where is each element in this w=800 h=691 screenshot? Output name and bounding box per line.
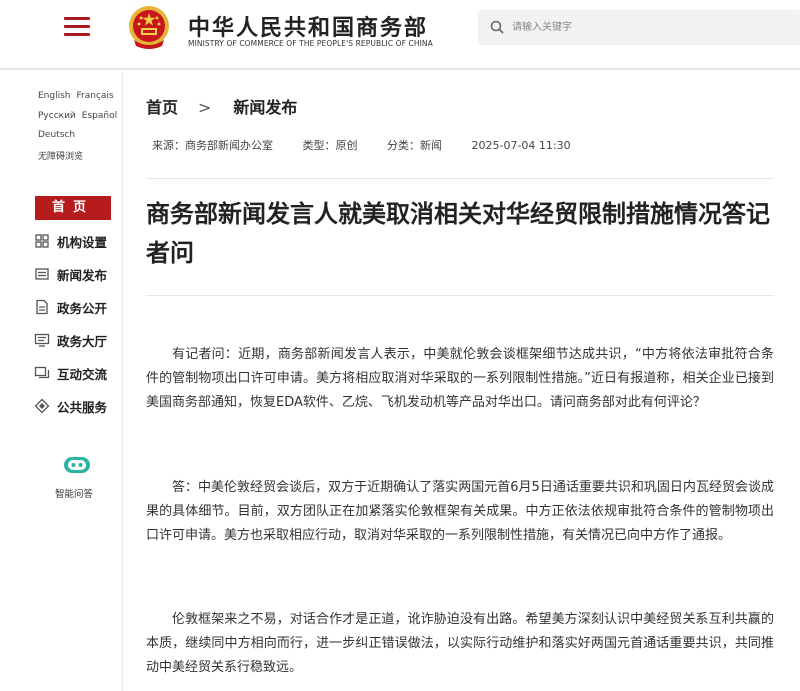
sidebar-item-organization[interactable]: 机构设置 — [34, 231, 107, 251]
article-paragraph: 伦敦框架来之不易，对话合作才是正道，讹诈胁迫没有出路。希望美方深刻认识中美经贸关… — [146, 612, 774, 675]
search-box — [478, 10, 800, 45]
sidebar-item-public-affairs[interactable]: 政务公开 — [34, 297, 107, 317]
language-row-4: 无障碍浏览 — [38, 149, 89, 162]
breadcrumb-home[interactable]: 首页 — [146, 98, 178, 117]
breadcrumb: 首页 > 新闻发布 — [146, 94, 297, 118]
national-emblem-icon[interactable] — [126, 4, 172, 52]
search-icon[interactable] — [490, 20, 504, 34]
menu-icon[interactable] — [64, 17, 90, 39]
assistant-label[interactable]: 智能问答 — [55, 486, 93, 500]
article-title: 商务部新闻发言人就美取消相关对华经贸限制措施情况答记者问 — [146, 200, 770, 267]
grid-icon — [35, 234, 49, 248]
news-icon — [35, 268, 49, 280]
robot-assistant-icon[interactable] — [62, 454, 92, 476]
sidebar-item-label: 新闻发布 — [57, 267, 108, 283]
language-row-2: Русский Español — [38, 111, 123, 121]
chevron-right-icon: > — [198, 98, 212, 117]
meta-category: 分类：新闻 — [387, 139, 442, 152]
sidebar-item-public-service[interactable]: 公共服务 — [34, 396, 107, 416]
sidebar-item-news[interactable]: 新闻发布 — [34, 264, 107, 284]
lang-french[interactable]: Français — [77, 91, 114, 101]
site-header: 中华人民共和国商务部 MINISTRY OF COMMERCE OF THE P… — [0, 0, 800, 70]
breadcrumb-current[interactable]: 新闻发布 — [233, 98, 297, 117]
sidebar-item-label: 机构设置 — [57, 234, 108, 250]
meta-type: 类型：原创 — [302, 139, 358, 152]
lang-russian[interactable]: Русский — [38, 111, 76, 121]
search-input[interactable] — [512, 16, 782, 39]
sidebar-home-button[interactable]: 首页 — [35, 196, 111, 220]
lang-spanish[interactable]: Español — [82, 111, 117, 121]
sidebar: English Français Русский Español Deutsch 无… — [0, 72, 123, 691]
document-icon — [36, 299, 48, 315]
language-row-1: English Français — [38, 91, 120, 101]
divider — [146, 295, 774, 296]
sidebar-item-label: 政务公开 — [57, 300, 108, 316]
lang-german[interactable]: Deutsch — [38, 130, 75, 140]
article-meta: 来源：商务部新闻办公室 类型：原创 分类：新闻 2025-07-04 11:30 — [152, 137, 597, 153]
language-row-3: Deutsch — [38, 130, 81, 140]
meta-datetime: 2025-07-04 11:30 — [471, 139, 571, 152]
sidebar-item-label: 政务大厅 — [57, 333, 108, 349]
meta-source: 来源：商务部新闻办公室 — [152, 139, 273, 152]
divider — [146, 178, 774, 179]
accessibility-link[interactable]: 无障碍浏览 — [38, 152, 83, 162]
site-title[interactable]: 中华人民共和国商务部 — [188, 10, 428, 42]
sidebar-item-service-hall[interactable]: 政务大厅 — [34, 330, 107, 350]
chat-icon — [34, 366, 50, 379]
sidebar-item-label: 互动交流 — [57, 366, 108, 382]
service-icon — [34, 398, 50, 414]
sidebar-item-label: 公共服务 — [57, 399, 108, 415]
site-title-english: MINISTRY OF COMMERCE OF THE PEOPLE'S REP… — [188, 39, 433, 48]
sidebar-item-interaction[interactable]: 互动交流 — [34, 363, 107, 383]
article-paragraph: 答：中美伦敦经贸会谈后，双方于近期确认了落实两国元首6月5日通话重要共识和巩固日… — [146, 480, 774, 543]
article-paragraph: 有记者问：近期，商务部新闻发言人表示，中美就伦敦会谈框架细节达成共识，“中方将依… — [146, 347, 774, 410]
monitor-icon — [34, 333, 50, 347]
lang-english[interactable]: English — [38, 91, 71, 101]
